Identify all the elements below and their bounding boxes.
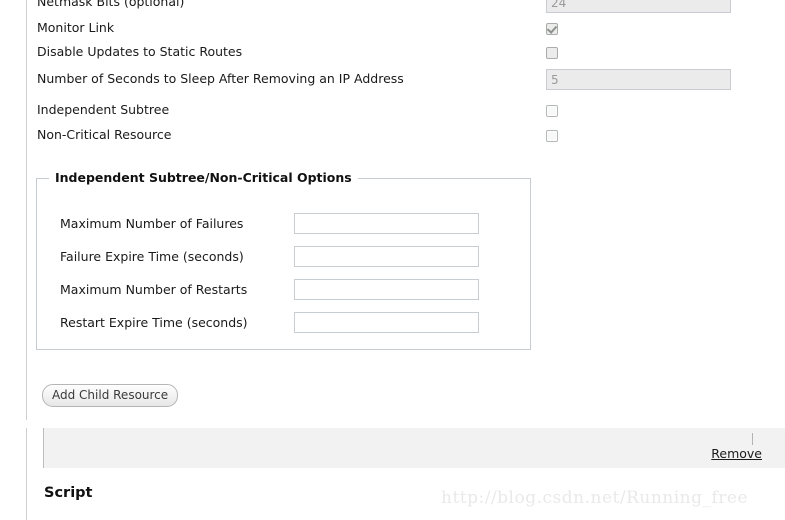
form-control-disable-static-routes xyxy=(546,45,558,59)
max-number-of-restarts-input[interactable] xyxy=(294,279,479,300)
form-label-sleep-seconds: Number of Seconds to Sleep After Removin… xyxy=(37,71,404,86)
fieldset-label-failure-expire-time: Failure Expire Time (seconds) xyxy=(60,249,244,264)
fieldset-control-failure-expire-time xyxy=(294,246,479,267)
header-separator-tick xyxy=(752,433,753,445)
child-resource-body xyxy=(43,468,785,520)
disable-static-routes-checkbox[interactable] xyxy=(546,46,558,59)
fieldset-label-max-failures: Maximum Number of Failures xyxy=(60,216,244,231)
sleep-seconds-input[interactable] xyxy=(546,69,731,90)
remove-child-resource-link[interactable]: Remove xyxy=(711,446,762,461)
form-control-non-critical-resource xyxy=(546,128,558,142)
form-control-sleep-seconds xyxy=(546,69,731,90)
form-label-non-critical-resource: Non-Critical Resource xyxy=(37,127,172,142)
independent-subtree-options-legend: Independent Subtree/Non-Critical Options xyxy=(49,170,358,185)
form-control-netmask-bits xyxy=(546,0,731,13)
form-control-monitor-link xyxy=(546,21,558,35)
form-control-independent-subtree xyxy=(546,103,558,117)
fieldset-row-failure-expire-time: Failure Expire Time (seconds) xyxy=(37,246,530,279)
add-child-resource-button[interactable]: Add Child Resource xyxy=(42,384,179,407)
fieldset-label-max-restarts: Maximum Number of Restarts xyxy=(60,282,248,297)
independent-subtree-checkbox[interactable] xyxy=(546,104,558,117)
restart-expire-time-input[interactable] xyxy=(294,312,479,333)
form-label-monitor-link: Monitor Link xyxy=(37,20,115,35)
independent-subtree-options-fieldset: Independent Subtree/Non-Critical Options… xyxy=(36,170,531,350)
failure-expire-time-input[interactable] xyxy=(294,246,479,267)
fieldset-control-restart-expire-time xyxy=(294,312,479,333)
fieldset-control-max-failures xyxy=(294,213,479,234)
form-label-independent-subtree: Independent Subtree xyxy=(37,102,170,117)
child-resource-header: Remove xyxy=(43,428,785,468)
resource-config-panel: Netmask Bits (optional) Monitor Link Dis… xyxy=(26,0,761,420)
netmask-bits-input[interactable] xyxy=(546,0,731,13)
fieldset-row-restart-expire-time: Restart Expire Time (seconds) xyxy=(37,312,530,345)
max-number-of-failures-input[interactable] xyxy=(294,213,479,234)
form-label-netmask-bits: Netmask Bits (optional) xyxy=(37,0,185,9)
form-label-disable-static-routes: Disable Updates to Static Routes xyxy=(37,44,243,59)
fieldset-label-restart-expire-time: Restart Expire Time (seconds) xyxy=(60,315,248,330)
fieldset-row-max-restarts: Maximum Number of Restarts xyxy=(37,279,530,312)
script-section-heading: Script xyxy=(44,485,93,501)
non-critical-resource-checkbox[interactable] xyxy=(546,129,558,142)
fieldset-control-max-restarts xyxy=(294,279,479,300)
monitor-link-checkbox[interactable] xyxy=(546,22,558,35)
child-resource-block: Remove Script xyxy=(26,428,785,520)
fieldset-row-max-failures: Maximum Number of Failures xyxy=(37,213,530,246)
